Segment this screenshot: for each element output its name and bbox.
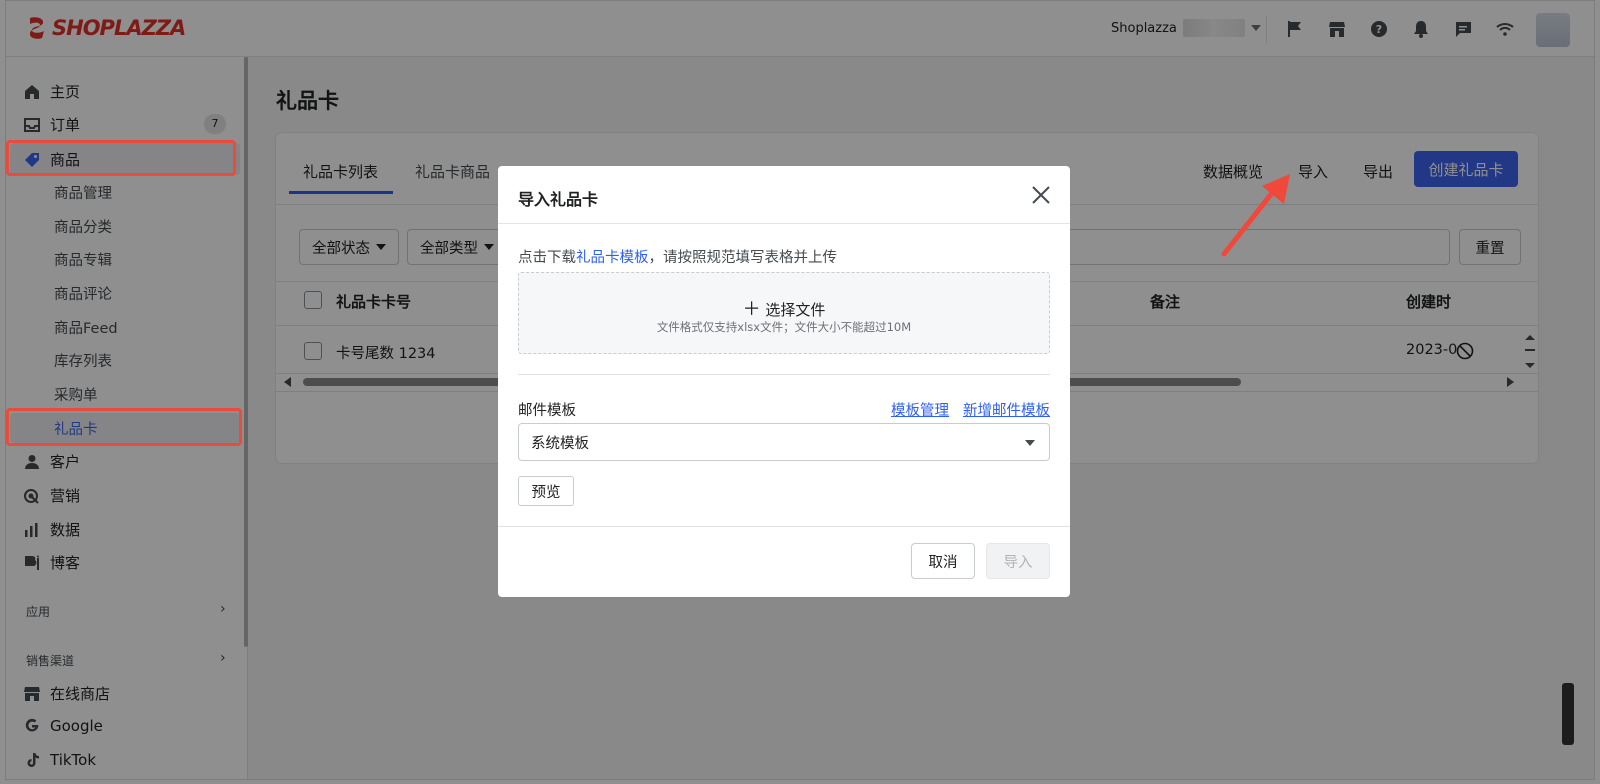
file-rule-text: 文件格式仅支持xlsx文件；文件大小不能超过10M bbox=[656, 320, 912, 334]
hint-suffix: ，请按照规范填写表格并上传 bbox=[648, 250, 838, 266]
chevron-down-icon bbox=[1025, 440, 1035, 446]
annotation-arrow-icon bbox=[1221, 174, 1290, 257]
email-template-select[interactable]: 系统模板 bbox=[518, 423, 1050, 461]
preview-button[interactable]: 预览 bbox=[518, 476, 574, 506]
cancel-button[interactable]: 取消 bbox=[911, 543, 975, 579]
choose-file-button[interactable]: ＋ 选择文件 bbox=[519, 295, 1049, 321]
dialog-title: 导入礼品卡 bbox=[518, 190, 599, 209]
upload-hint: 点击下载礼品卡模板，请按照规范填写表格并上传 bbox=[518, 246, 837, 267]
email-template-label: 邮件模板 bbox=[518, 403, 576, 419]
file-dropzone[interactable]: ＋ 选择文件 文件格式仅支持xlsx文件；文件大小不能超过10M bbox=[518, 272, 1050, 354]
plus-icon: ＋ bbox=[742, 299, 761, 320]
dialog-section-divider bbox=[518, 374, 1050, 375]
dialog-footer-divider bbox=[498, 526, 1070, 527]
close-icon[interactable] bbox=[1030, 184, 1052, 206]
new-email-template-link[interactable]: 新增邮件模板 bbox=[963, 399, 1050, 420]
email-template-value: 系统模板 bbox=[531, 435, 589, 452]
hint-prefix: 点击下载 bbox=[518, 250, 576, 266]
highlight-box-products bbox=[6, 140, 236, 176]
highlight-box-gift-card bbox=[6, 408, 242, 446]
choose-file-label: 选择文件 bbox=[765, 301, 826, 319]
import-gift-card-dialog: 导入礼品卡 点击下载礼品卡模板，请按照规范填写表格并上传 ＋ 选择文件 文件格式… bbox=[498, 166, 1070, 597]
download-template-link[interactable]: 礼品卡模板 bbox=[576, 250, 649, 266]
dialog-header-divider bbox=[498, 223, 1070, 224]
import-submit-button[interactable]: 导入 bbox=[986, 543, 1050, 579]
manage-templates-link[interactable]: 模板管理 bbox=[891, 399, 949, 420]
